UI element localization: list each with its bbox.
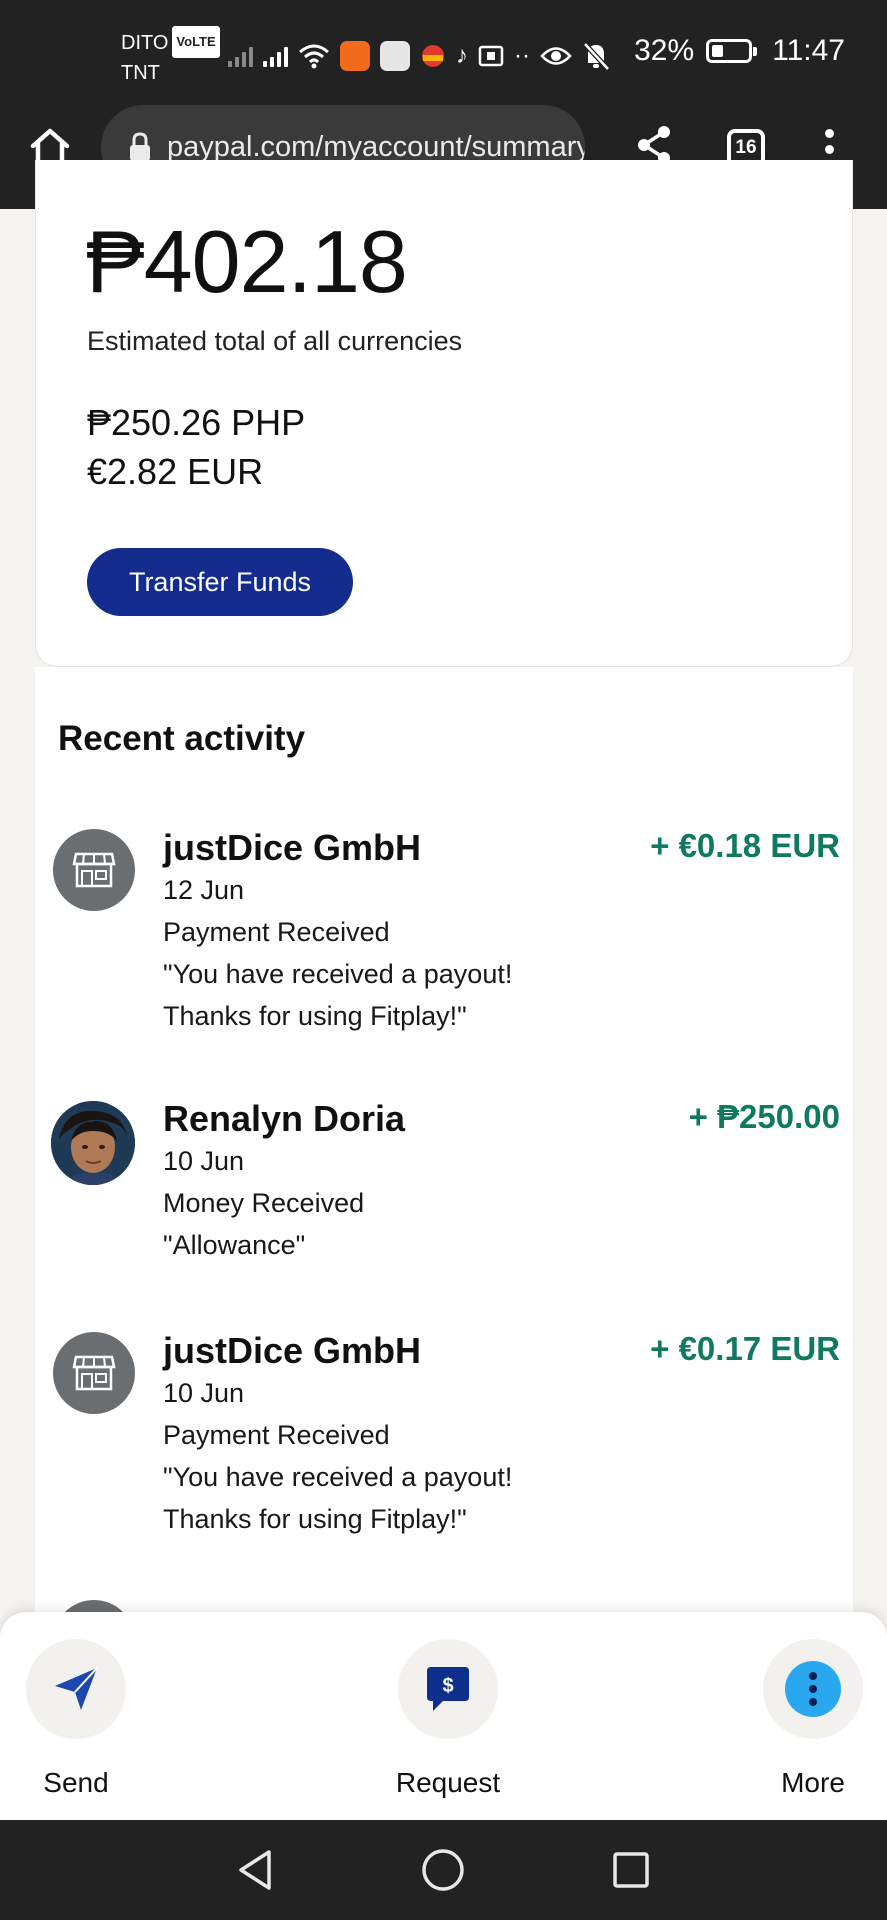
- status-bar: DITO VoLTE TNT ♪ ·· 32% 11:47: [0, 0, 887, 105]
- transaction-note: "You have received a payout!: [163, 1462, 513, 1492]
- system-nav-bar: [0, 1820, 887, 1920]
- send-label: Send: [43, 1767, 109, 1798]
- app-notification-icon: [422, 45, 444, 67]
- recents-icon[interactable]: [607, 1846, 655, 1894]
- bling-app-icon: [380, 41, 410, 71]
- svg-text:$: $: [442, 1675, 453, 1697]
- transaction-type: Payment Received: [163, 1420, 390, 1450]
- store-icon: [53, 829, 135, 911]
- carrier-info: DITO VoLTE TNT: [121, 26, 220, 88]
- carrier-top: DITO: [121, 32, 169, 54]
- transaction-name: Renalyn Doria: [163, 1098, 406, 1139]
- transaction-date: 10 Jun: [163, 1378, 245, 1408]
- transaction-name: justDice GmbH: [163, 1330, 422, 1371]
- balance-total: ₱402.18: [86, 212, 408, 311]
- transaction-note: Thanks for using Fitplay!": [163, 1504, 467, 1534]
- more-button[interactable]: [763, 1639, 863, 1739]
- transaction-date: 10 Jun: [163, 1146, 245, 1176]
- battery-icon: [706, 39, 758, 63]
- signal-icon: [263, 45, 288, 67]
- more-action[interactable]: More: [743, 1639, 883, 1799]
- more-icon: [785, 1661, 841, 1717]
- action-bar: Send $ Request More: [0, 1612, 887, 1820]
- mute-bell-icon: [583, 42, 610, 71]
- eye-icon: [540, 47, 572, 65]
- recent-activity: Recent activity justDice GmbH + €0.18 EU…: [35, 667, 853, 1682]
- home-nav-icon[interactable]: [419, 1846, 467, 1894]
- store-icon: [53, 1332, 135, 1414]
- send-button[interactable]: [26, 1639, 126, 1739]
- share-icon[interactable]: [636, 125, 672, 165]
- request-action[interactable]: $ Request: [378, 1639, 518, 1799]
- status-right: 32% 11:47: [634, 34, 845, 68]
- more-label: More: [781, 1767, 845, 1798]
- request-button[interactable]: $: [398, 1639, 498, 1739]
- transaction-date: 12 Jun: [163, 875, 245, 905]
- tiktok-icon: ♪: [456, 42, 468, 69]
- wifi-icon: [299, 44, 329, 69]
- activity-title: Recent activity: [58, 719, 306, 758]
- user-avatar: [51, 1101, 135, 1185]
- transaction-type: Payment Received: [163, 917, 390, 947]
- send-action[interactable]: Send: [6, 1639, 146, 1799]
- volte-badge: VoLTE: [172, 26, 220, 58]
- request-icon: $: [427, 1667, 469, 1711]
- transaction-note: "Allowance": [163, 1230, 306, 1260]
- transaction-name: justDice GmbH: [163, 827, 422, 868]
- status-icons: ♪ ··: [228, 38, 610, 74]
- battery-percent: 32%: [634, 34, 695, 67]
- transaction-note: Thanks for using Fitplay!": [163, 1001, 467, 1031]
- currency-eur: €2.82 EUR: [87, 451, 264, 492]
- send-icon: [55, 1667, 98, 1710]
- transaction-type: Money Received: [163, 1188, 365, 1218]
- carrier-bottom: TNT: [121, 62, 160, 84]
- clock: 11:47: [772, 34, 845, 67]
- request-label: Request: [395, 1767, 501, 1798]
- balance-card: ₱402.18 Estimated total of all currencie…: [35, 160, 853, 667]
- transfer-funds-button[interactable]: Transfer Funds: [87, 548, 353, 616]
- transaction-amount: + €0.18 EUR: [650, 827, 840, 864]
- transaction-note: "You have received a payout!: [163, 959, 513, 989]
- currency-php: ₱250.26 PHP: [87, 402, 306, 443]
- more-notifications-icon: ··: [514, 42, 530, 69]
- signal-icon: [228, 45, 253, 67]
- back-icon[interactable]: [231, 1846, 279, 1894]
- balance-note: Estimated total of all currencies: [87, 326, 463, 356]
- godaily-app-icon: [340, 41, 370, 71]
- screen-record-icon: [478, 45, 504, 67]
- lock-icon: [130, 132, 150, 161]
- transaction-amount: + ₱250.00: [688, 1098, 840, 1135]
- transaction-amount: + €0.17 EUR: [650, 1330, 840, 1367]
- url-text: paypal.com/myaccount/summary: [167, 130, 585, 163]
